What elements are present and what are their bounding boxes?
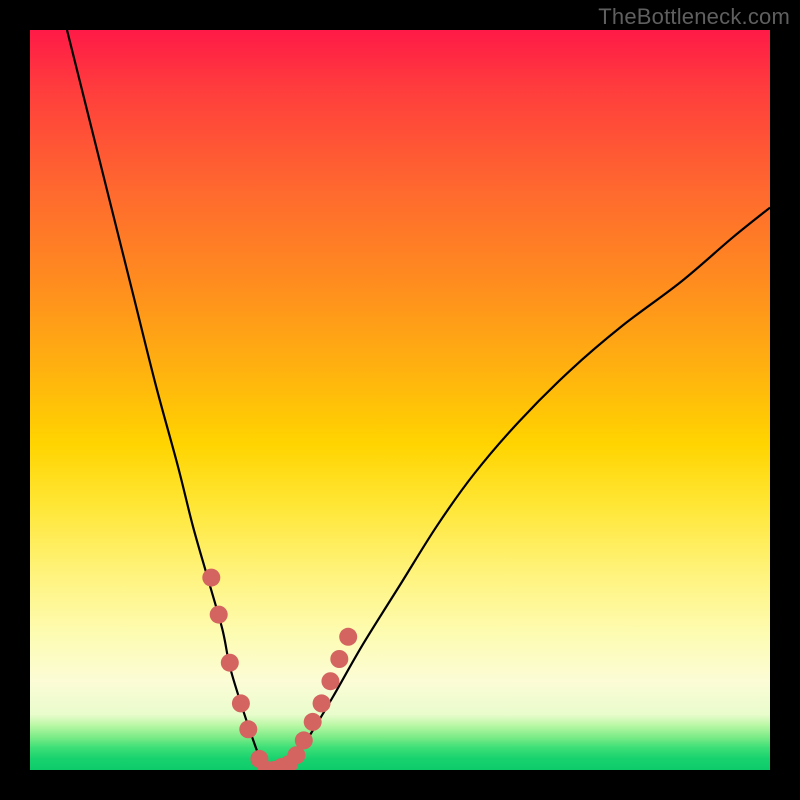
dot-marker (221, 654, 239, 672)
dot-marker (232, 694, 250, 712)
dot-marker (339, 628, 357, 646)
dot-marker (304, 713, 322, 731)
dot-cluster (202, 569, 357, 770)
chart-area (30, 30, 770, 770)
dot-marker (321, 672, 339, 690)
dot-marker (313, 694, 331, 712)
dot-marker (330, 650, 348, 668)
watermark-text: TheBottleneck.com (598, 4, 790, 30)
dot-marker (295, 731, 313, 749)
bottleneck-curve (67, 30, 770, 770)
curve-svg (30, 30, 770, 770)
dot-marker (239, 720, 257, 738)
dot-marker (202, 569, 220, 587)
dot-marker (210, 606, 228, 624)
